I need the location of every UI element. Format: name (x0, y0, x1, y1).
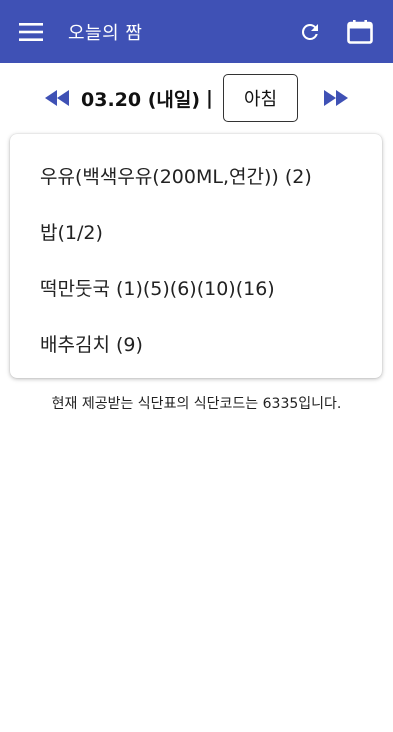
menu-code-note: 현재 제공받는 식단표의 식단코드는 6335입니다. (51, 396, 342, 412)
prev-day-button[interactable] (35, 76, 79, 120)
app-bar: 오늘의 짬 (0, 0, 393, 63)
menu-item-rice-cake-dumpling-soup: 떡만둣국 (1)(5)(6)(10)(16) (40, 278, 275, 300)
next-day-button[interactable] (314, 76, 358, 120)
calendar-icon (347, 19, 373, 44)
menu-card: 우유(백색우유(200ML,연간)) (2) 밥(1/2) 떡만둣국 (1)(5… (10, 134, 382, 378)
double-arrow-left-icon (45, 90, 69, 106)
menu-item-rice: 밥(1/2) (40, 222, 103, 244)
menu-button[interactable] (0, 0, 62, 63)
refresh-icon (301, 23, 318, 40)
menu-item-milk: 우유(백색우유(200ML,연간)) (2) (40, 166, 312, 188)
app-title: 오늘의 짬 (68, 22, 143, 44)
date-label: 03.20 (내일) (81, 88, 201, 111)
date-separator: | (206, 87, 213, 109)
refresh-button[interactable] (285, 0, 335, 63)
hamburger-menu-icon (19, 22, 43, 41)
double-arrow-right-icon (324, 90, 348, 106)
date-navigation: 03.20 (내일) | 아침 (0, 73, 393, 123)
calendar-button[interactable] (335, 0, 385, 63)
meal-time-button[interactable]: 아침 (223, 74, 298, 122)
menu-item-kimchi: 배추김치 (9) (40, 334, 143, 356)
